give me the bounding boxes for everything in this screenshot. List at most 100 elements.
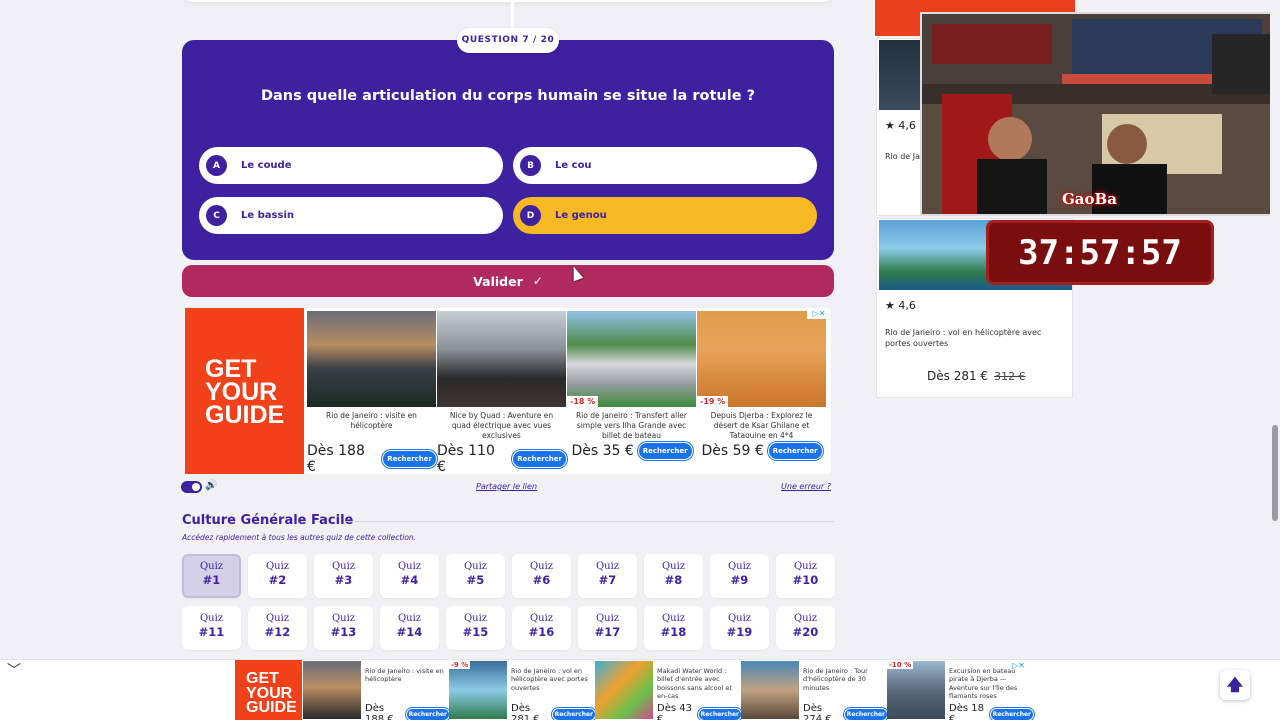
search-button[interactable]: Rechercher [768, 443, 822, 459]
ad-title[interactable]: Rio de Janeiro : vol en hélicoptère avec… [511, 667, 593, 692]
quiz-link-9[interactable]: Quiz #9 [710, 554, 769, 598]
quiz-link-14[interactable]: Quiz #14 [380, 606, 439, 650]
scrollbar-thumb[interactable] [1272, 425, 1278, 521]
ad-title[interactable]: Rio de Janeiro : Transfert aller simple … [567, 407, 696, 443]
answer-d[interactable]: D Le genou [513, 197, 817, 234]
ad-image[interactable] [741, 661, 799, 719]
ad-title[interactable]: Rio de Janeiro : visite en hélicoptère [365, 667, 447, 684]
quiz-link-2[interactable]: Quiz #2 [248, 554, 307, 598]
ad-title[interactable]: Rio de Janeiro : vol en hélicoptère avec… [885, 327, 1065, 349]
ad-title[interactable]: Makadi Water World : billet d'entrée ave… [657, 667, 739, 701]
getyourguide-logo[interactable]: GET YOUR GUIDE [235, 660, 302, 720]
ad-item[interactable]: -9 % Rio de Janeiro : vol en hélicoptère… [449, 661, 595, 720]
quiz-link-15[interactable]: Quiz #15 [446, 606, 505, 650]
getyourguide-logo[interactable]: GET YOUR GUIDE [185, 308, 304, 474]
quiz-link-number: #8 [664, 573, 683, 587]
collection-title: Culture Générale Facile [182, 513, 354, 528]
ad-item[interactable]: Nice by Quad : Aventure en quad électriq… [437, 311, 566, 475]
scroll-to-top-button[interactable]: 🡅 [1220, 670, 1250, 700]
bottom-getyourguide-ad[interactable]: GET YOUR GUIDE Rio de Janeiro : visite en … [235, 660, 1035, 720]
quiz-link-label: Quiz [199, 613, 224, 624]
answer-b[interactable]: B Le cou [513, 147, 817, 184]
ad-image[interactable] [303, 661, 361, 719]
quiz-link-label: Quiz [529, 613, 554, 624]
quiz-link-label: Quiz [661, 561, 686, 572]
search-button[interactable]: Rechercher [844, 708, 887, 720]
search-button[interactable]: Rechercher [406, 708, 449, 720]
quiz-link-12[interactable]: Quiz #12 [248, 606, 307, 650]
question-counter-badge: QUESTION 7 / 20 [457, 28, 559, 53]
answer-letter: D [520, 205, 541, 226]
ad-item[interactable]: Rio de Janeiro : Tour d'hélicoptère de 3… [741, 661, 887, 720]
quiz-link-13[interactable]: Quiz #13 [314, 606, 373, 650]
ad-price: Dès 281 € [511, 703, 540, 720]
quiz-link-10[interactable]: Quiz #10 [776, 554, 835, 598]
answer-text: Le genou [555, 210, 607, 221]
quiz-link-3[interactable]: Quiz #3 [314, 554, 373, 598]
search-button[interactable]: Rechercher [990, 708, 1033, 720]
ad-image[interactable] [307, 311, 436, 407]
answer-text: Le cou [555, 160, 592, 171]
discount-badge: -10 % [887, 661, 914, 669]
quiz-link-17[interactable]: Quiz #17 [578, 606, 637, 650]
sound-toggle[interactable] [181, 481, 202, 493]
adchoices-icon[interactable]: ▷✕ [807, 308, 831, 319]
report-error-link[interactable]: Une erreur ? [781, 482, 831, 491]
answer-c[interactable]: C Le bassin [199, 197, 503, 234]
quiz-link-20[interactable]: Quiz #20 [776, 606, 835, 650]
quiz-link-5[interactable]: Quiz #5 [446, 554, 505, 598]
quiz-link-4[interactable]: Quiz #4 [380, 554, 439, 598]
ad-title[interactable]: Rio de Janeiro : Tour d'hélicoptère de 3… [803, 667, 885, 692]
quiz-link-number: #1 [202, 573, 221, 587]
ad-title[interactable]: Rio de Janeiro : visite en hélicoptère [307, 407, 436, 443]
ad-item[interactable]: Makadi Water World : billet d'entrée ave… [595, 661, 741, 720]
quiz-link-18[interactable]: Quiz #18 [644, 606, 703, 650]
share-link[interactable]: Partager le lien [476, 482, 537, 491]
quiz-link-1[interactable]: Quiz #1 [182, 554, 241, 598]
quiz-link-19[interactable]: Quiz #19 [710, 606, 769, 650]
quiz-link-6[interactable]: Quiz #6 [512, 554, 571, 598]
search-button[interactable]: Rechercher [513, 451, 566, 467]
ad-image[interactable]: -18 % [567, 311, 696, 407]
ad-item[interactable]: Rio de Janeiro : visite en hélicoptère D… [303, 661, 449, 720]
quiz-link-number: #17 [594, 625, 621, 639]
ad-title[interactable]: Nice by Quad : Aventure en quad électriq… [437, 407, 566, 443]
discount-badge: -9 % [449, 661, 471, 669]
ad-image[interactable]: -9 % [449, 661, 507, 719]
ad-price: Dès 188 € [307, 443, 365, 475]
ad-item[interactable]: -18 % Rio de Janeiro : Transfert aller s… [567, 311, 696, 471]
search-button[interactable]: Rechercher [638, 443, 692, 459]
ad-item[interactable]: Rio de Janeiro : visite en hélicoptère D… [307, 311, 436, 475]
quiz-link-number: #3 [334, 573, 353, 587]
ad-image[interactable]: -10 % [887, 661, 945, 719]
ad-title[interactable]: Depuis Djerba : Explorez le désert de Ks… [697, 407, 826, 443]
validate-button[interactable]: Valider ✓ [182, 265, 834, 297]
ad-title[interactable]: Excursion en bateau pirate à Djerba — Av… [949, 667, 1031, 701]
ad-image[interactable] [595, 661, 653, 719]
ad-image[interactable] [437, 311, 566, 407]
ad-price: Dès 59 € [701, 443, 764, 459]
quiz-link-16[interactable]: Quiz #16 [512, 606, 571, 650]
speaker-icon[interactable]: 🔊 [205, 480, 217, 491]
ad-price: Dès 274 € [803, 703, 832, 720]
search-button[interactable]: Rechercher [383, 451, 436, 467]
search-button[interactable]: Rechercher [698, 708, 741, 720]
quiz-link-label: Quiz [265, 561, 290, 572]
scrollbar-track[interactable] [1270, 0, 1280, 720]
answer-a[interactable]: A Le coude [199, 147, 503, 184]
chevron-down-icon[interactable]: ﹀ [7, 660, 21, 680]
quiz-link-number: #4 [400, 573, 419, 587]
answer-letter: B [520, 155, 541, 176]
ad-image[interactable]: -19 % [697, 311, 826, 407]
getyourguide-ad[interactable]: GET YOUR GUIDE Rio de Janeiro : visite en … [185, 308, 831, 475]
quiz-link-11[interactable]: Quiz #11 [182, 606, 241, 650]
adchoices-icon[interactable]: ▷✕ [1012, 661, 1025, 670]
quiz-link-8[interactable]: Quiz #8 [644, 554, 703, 598]
quiz-link-label: Quiz [793, 613, 818, 624]
quiz-link-7[interactable]: Quiz #7 [578, 554, 637, 598]
search-button[interactable]: Rechercher [552, 708, 595, 720]
quiz-link-label: Quiz [727, 613, 752, 624]
previous-card-fragment [182, 0, 834, 2]
ad-item[interactable]: -19 % Depuis Djerba : Explorez le désert… [697, 311, 826, 471]
check-icon: ✓ [532, 274, 543, 288]
